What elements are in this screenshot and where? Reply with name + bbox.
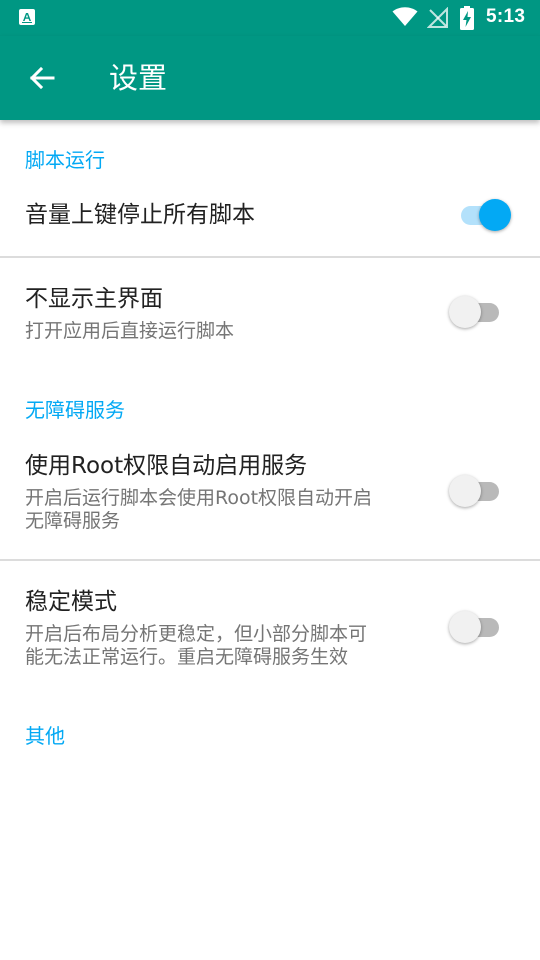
wifi-icon bbox=[392, 7, 418, 31]
pref-summary-line2: 能无法正常运行。重启无障碍服务生效 bbox=[25, 646, 349, 668]
hide-main-ui-switch[interactable] bbox=[449, 292, 505, 332]
root-auto-enable-switch[interactable] bbox=[449, 471, 505, 511]
switch-thumb bbox=[449, 296, 481, 328]
page-title: 设置 bbox=[109, 61, 168, 95]
pref-summary-line2: 无障碍服务 bbox=[25, 510, 121, 532]
section-header-accessibility: 无障碍服务 bbox=[25, 398, 125, 422]
divider bbox=[0, 256, 540, 258]
battery-charging-icon bbox=[459, 6, 475, 34]
app-bar: 设置 bbox=[0, 36, 540, 120]
pref-summary-line1: 开启后布局分析更稳定，但小部分脚本可 bbox=[25, 623, 368, 645]
status-time: 5:13 bbox=[486, 6, 526, 27]
switch-thumb bbox=[479, 199, 511, 231]
status-bar: 5:13 bbox=[0, 0, 540, 36]
back-button[interactable] bbox=[16, 52, 68, 104]
pref-summary: 打开应用后直接运行脚本 bbox=[25, 320, 235, 342]
section-header-script-run: 脚本运行 bbox=[25, 148, 105, 172]
app-notification-icon bbox=[19, 9, 35, 25]
arrow-back-icon bbox=[29, 66, 55, 90]
stable-mode-switch[interactable] bbox=[449, 607, 505, 647]
divider bbox=[0, 559, 540, 561]
settings-screen: 5:13 设置 脚本运行 音量上键停止所有脚本 不显示主界面 打开应用后直接运行… bbox=[0, 0, 540, 960]
pref-title: 使用Root权限自动启用服务 bbox=[25, 453, 308, 479]
volume-key-stop-switch[interactable] bbox=[455, 195, 511, 235]
pref-title: 音量上键停止所有脚本 bbox=[25, 202, 255, 228]
pref-title: 稳定模式 bbox=[25, 589, 117, 615]
pref-summary-line1: 开启后运行脚本会使用Root权限自动开启 bbox=[25, 487, 373, 509]
no-signal-icon bbox=[426, 6, 449, 33]
switch-thumb bbox=[449, 611, 481, 643]
section-header-other: 其他 bbox=[25, 724, 65, 748]
pref-title: 不显示主界面 bbox=[25, 286, 163, 312]
switch-thumb bbox=[449, 475, 481, 507]
